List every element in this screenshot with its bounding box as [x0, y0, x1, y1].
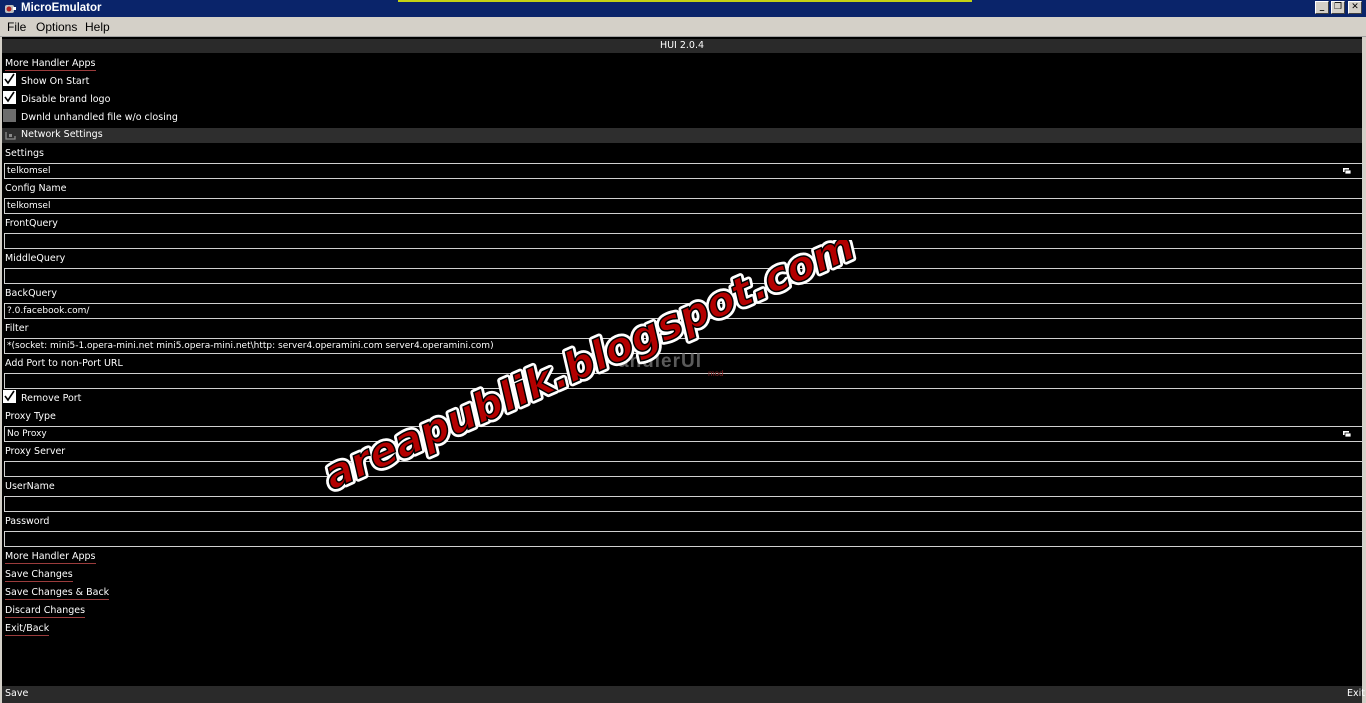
settings-value: telkomsel: [7, 166, 51, 176]
close-button[interactable]: ✕: [1348, 1, 1362, 14]
menu-file[interactable]: File: [7, 20, 26, 34]
settings-dropdown[interactable]: telkomsel: [4, 163, 1363, 179]
settings-label: Settings: [5, 148, 44, 159]
handlerui-faint-logo-sub: mod: [708, 369, 724, 378]
proxy-server-label: Proxy Server: [5, 446, 66, 457]
dwnld-unhandled-checkbox[interactable]: [3, 109, 16, 122]
menu-bar: File Options Help: [0, 17, 1366, 37]
front-query-input[interactable]: [4, 233, 1363, 249]
proxy-type-dropdown[interactable]: No Proxy: [4, 426, 1363, 442]
filter-label: Filter: [5, 323, 29, 334]
more-handler-apps-link[interactable]: More Handler Apps: [5, 551, 96, 564]
middle-query-label: MiddleQuery: [5, 253, 66, 264]
restore-button[interactable]: ❐: [1331, 1, 1345, 14]
menu-help[interactable]: Help: [85, 20, 110, 34]
remove-port-checkbox[interactable]: [3, 390, 16, 403]
java-app-icon: [5, 5, 16, 13]
discard-changes-link[interactable]: Discard Changes: [5, 605, 86, 618]
check-icon: [4, 91, 15, 103]
titlebar-accent: [398, 0, 972, 2]
minimize-button[interactable]: _: [1315, 1, 1329, 14]
network-settings-row[interactable]: Network Settings: [2, 128, 1362, 143]
back-query-input[interactable]: ?.0.facebook.com/: [4, 303, 1363, 319]
add-port-label: Add Port to non-Port URL: [5, 358, 123, 369]
back-query-label: BackQuery: [5, 288, 57, 299]
add-port-input[interactable]: [4, 373, 1363, 389]
check-icon: [4, 73, 15, 85]
save-changes-back-link[interactable]: Save Changes & Back: [5, 587, 110, 600]
front-query-label: FrontQuery: [5, 218, 58, 229]
proxy-type-value: No Proxy: [7, 429, 47, 439]
exit-back-link[interactable]: Exit/Back: [5, 623, 50, 636]
proxy-server-input[interactable]: [4, 461, 1363, 477]
username-label: UserName: [5, 481, 55, 492]
disable-brand-logo-checkbox[interactable]: [3, 91, 16, 104]
softkey-exit[interactable]: Exit: [1347, 688, 1365, 699]
password-label: Password: [5, 516, 50, 527]
softkey-bar: Save Exit: [2, 686, 1365, 703]
config-name-label: Config Name: [5, 183, 67, 194]
show-on-start-label: Show On Start: [21, 76, 90, 87]
check-icon: [4, 390, 15, 402]
window-title: MicroEmulator: [21, 2, 102, 14]
password-input[interactable]: [4, 531, 1363, 547]
handlerui-faint-logo: andlerUI: [618, 351, 703, 372]
disable-brand-logo-label: Disable brand logo: [21, 94, 111, 105]
dwnld-unhandled-label: Dwnld unhandled file w/o closing: [21, 112, 178, 123]
proxy-type-label: Proxy Type: [5, 411, 56, 422]
network-settings-label: Network Settings: [21, 129, 103, 140]
more-handler-apps-top[interactable]: More Handler Apps: [5, 58, 96, 71]
dropdown-icon: [1343, 431, 1351, 437]
remove-port-label: Remove Port: [21, 393, 82, 404]
dropdown-icon: [1343, 168, 1351, 174]
middle-query-input[interactable]: [4, 268, 1363, 284]
username-input[interactable]: [4, 496, 1363, 512]
network-icon: [5, 132, 16, 140]
menu-options[interactable]: Options: [36, 20, 77, 34]
softkey-save[interactable]: Save: [5, 688, 28, 699]
app-header: HUI 2.0.4: [2, 39, 1362, 53]
config-name-input[interactable]: telkomsel: [4, 198, 1363, 214]
save-changes-link[interactable]: Save Changes: [5, 569, 73, 582]
window-titlebar: MicroEmulator _ ❐ ✕: [0, 0, 1366, 17]
show-on-start-checkbox[interactable]: [3, 73, 16, 86]
